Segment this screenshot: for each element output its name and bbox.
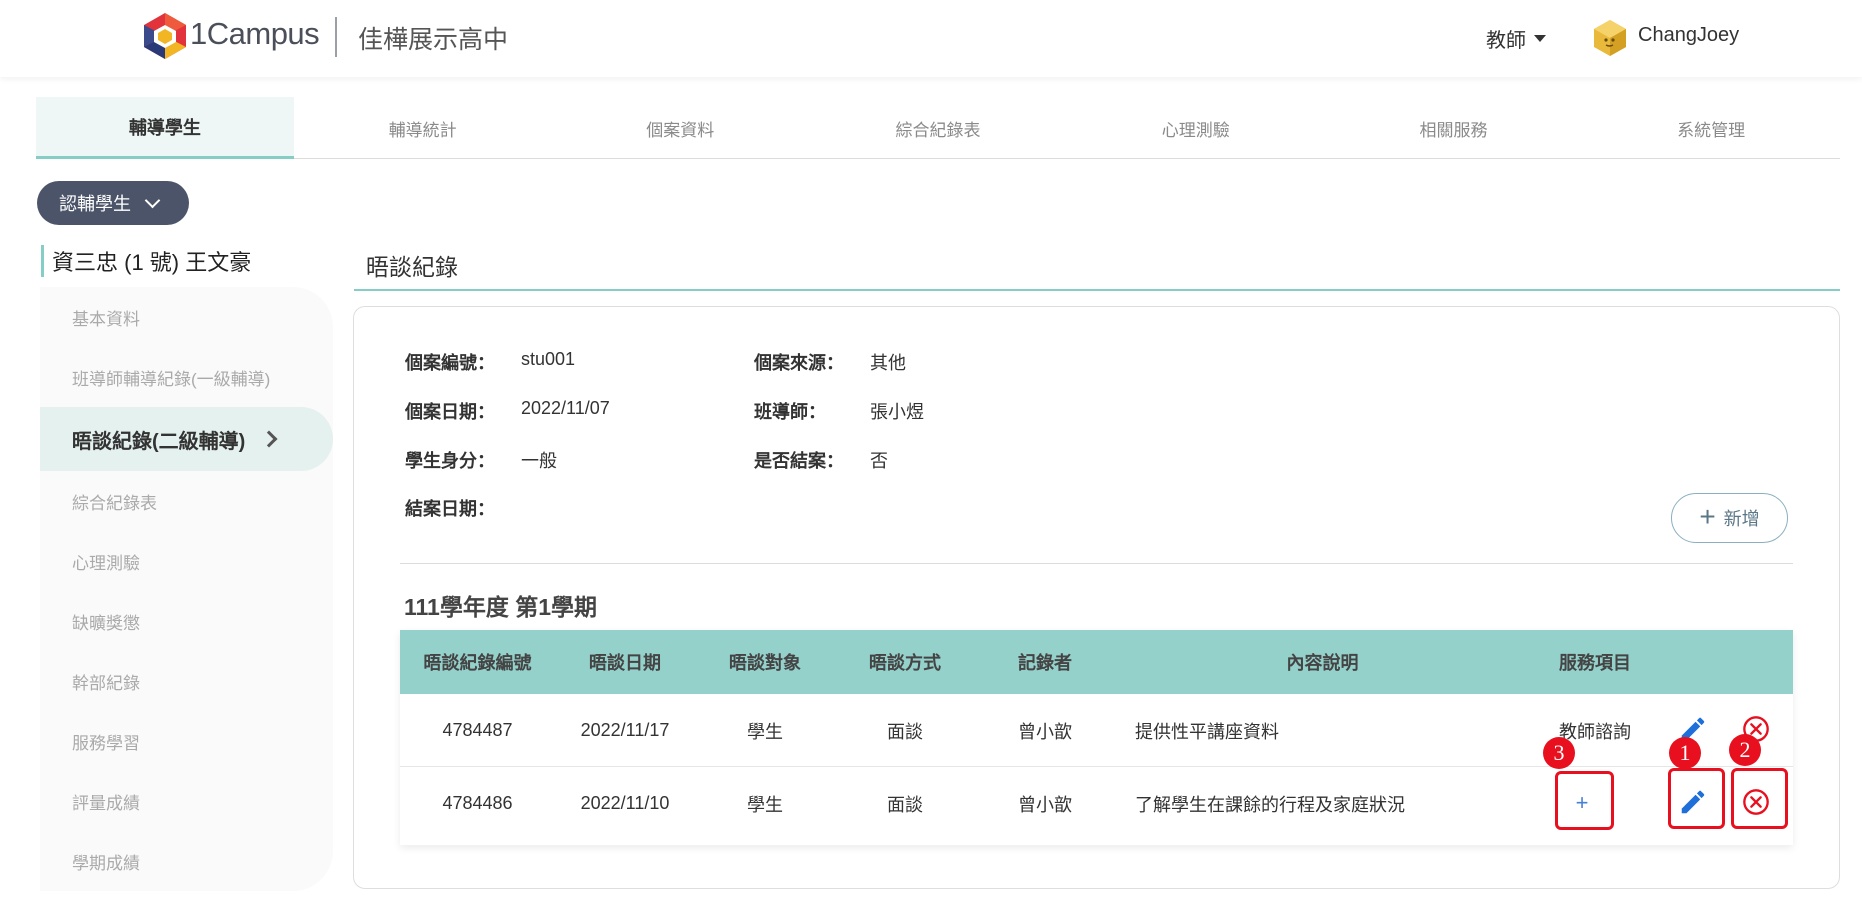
divider: [400, 563, 1793, 564]
role-label: 教師: [1486, 30, 1526, 52]
col-interview-date: 晤談日期: [589, 653, 661, 673]
sidebar: 基本資料 班導師輔導紀錄(一級輔導) 晤談紀錄(二級輔導) 綜合紀錄表 心理測驗…: [40, 287, 333, 891]
brand-divider: [335, 17, 337, 57]
chevron-down-icon: [144, 192, 161, 208]
chevron-right-icon: [260, 430, 278, 448]
cell-interview-date: 2022/11/17: [580, 720, 670, 740]
col-recorder: 記錄者: [1018, 653, 1072, 673]
cell-record-no: 4784487: [442, 720, 513, 740]
tab-comprehensive-records[interactable]: 綜合紀錄表: [809, 97, 1067, 159]
case-source-field: 個案來源： 其他: [754, 349, 906, 375]
cell-content: 提供性平講座資料: [1135, 721, 1279, 742]
annotation-badge-3: 3: [1543, 737, 1575, 769]
app-root: 1Campus 佳樺展示高中 教師 ChangJoey 輔導學生 輔導統計 個案…: [0, 0, 1862, 900]
cell-interview-target: 學生: [747, 721, 783, 742]
sidebar-item-attendance[interactable]: 缺曠獎懲: [40, 591, 333, 651]
table-header: 晤談紀錄編號 晤談日期 晤談對象 晤談方式 記錄者 內容說明 服務項目: [400, 630, 1793, 694]
case-closed-label: 是否結案：: [754, 451, 844, 471]
sidebar-item-semester-grades[interactable]: 學期成績: [40, 831, 333, 891]
case-no-value: stu001: [521, 349, 576, 369]
case-closed-field: 是否結案： 否: [754, 447, 888, 473]
main-nav: 輔導學生 輔導統計 個案資料 綜合紀錄表 心理測驗 相關服務 系統管理: [36, 97, 1840, 159]
table-row: 4784487 2022/11/17 學生 面談 曾小歆 提供性平講座資料 教師…: [400, 694, 1793, 767]
cell-content: 了解學生在課餘的行程及家庭狀況: [1135, 794, 1405, 815]
col-interview-method: 晤談方式: [869, 653, 941, 673]
student-heading: 資三忠 (1 號) 王文豪: [41, 245, 251, 277]
homeroom-teacher-field: 班導師： 張小煜: [754, 398, 924, 424]
annotation-box-edit: [1668, 768, 1725, 829]
tab-guidance-stats[interactable]: 輔導統計: [294, 97, 552, 159]
caret-down-icon: [1534, 35, 1546, 42]
sidebar-item-comprehensive[interactable]: 綜合紀錄表: [40, 471, 333, 531]
cell-recorder: 曾小歆: [1018, 794, 1072, 815]
sidebar-item-basic-info[interactable]: 基本資料: [40, 287, 333, 347]
add-record-label: 新增: [1723, 509, 1760, 529]
brand-name: 1Campus: [190, 16, 320, 51]
page-title: 晤談紀錄: [354, 248, 1840, 291]
col-record-no: 晤談紀錄編號: [423, 653, 532, 673]
username[interactable]: ChangJoey: [1638, 24, 1739, 47]
sidebar-item-assessment-grades[interactable]: 評量成績: [40, 771, 333, 831]
annotation-box-add: [1555, 771, 1614, 830]
sidebar-item-cadre[interactable]: 幹部紀錄: [40, 651, 333, 711]
case-closed-value: 否: [870, 451, 888, 471]
col-content: 內容說明: [1286, 653, 1359, 673]
1campus-logo-icon: [144, 13, 186, 59]
sidebar-item-homeroom-records[interactable]: 班導師輔導紀錄(一級輔導): [40, 347, 333, 407]
cell-interview-target: 學生: [747, 794, 783, 815]
plus-icon: +: [1699, 500, 1716, 532]
semester-heading: 111學年度 第1學期: [404, 594, 598, 620]
top-header: 1Campus 佳樺展示高中 教師 ChangJoey: [0, 0, 1862, 77]
cell-interview-date: 2022/11/10: [580, 793, 670, 813]
case-source-value: 其他: [870, 353, 906, 373]
cell-interview-method: 面談: [887, 721, 923, 742]
school-name: 佳樺展示高中: [358, 26, 509, 54]
sidebar-item-psych-tests[interactable]: 心理測驗: [40, 531, 333, 591]
tab-case-data[interactable]: 個案資料: [551, 97, 809, 159]
homeroom-teacher-value: 張小煜: [870, 402, 924, 422]
case-date-value: 2022/11/07: [521, 398, 610, 418]
sidebar-item-label: 晤談紀錄(二級輔導): [72, 430, 246, 453]
homeroom-teacher-label: 班導師：: [754, 402, 826, 422]
student-identity-field: 學生身分： 一般: [405, 447, 557, 473]
cell-recorder: 曾小歆: [1018, 721, 1072, 742]
role-dropdown[interactable]: 教師: [1486, 24, 1546, 53]
avatar[interactable]: [1592, 18, 1628, 58]
close-date-field: 結案日期：: [405, 495, 521, 521]
student-identity-label: 學生身分：: [405, 451, 495, 471]
sidebar-item-service-learning[interactable]: 服務學習: [40, 711, 333, 771]
sidebar-item-interview-records[interactable]: 晤談紀錄(二級輔導): [40, 407, 333, 471]
annotation-badge-1: 1: [1669, 737, 1701, 769]
case-source-label: 個案來源：: [754, 353, 844, 373]
cell-record-no: 4784486: [442, 793, 513, 813]
annotation-box-delete: [1731, 768, 1788, 829]
student-type-dropdown[interactable]: 認輔學生: [37, 181, 189, 225]
case-no-field: 個案編號： stu001: [405, 349, 575, 375]
student-type-label: 認輔學生: [59, 194, 131, 214]
tab-psych-tests[interactable]: 心理測驗: [1067, 97, 1325, 159]
close-date-label: 結案日期：: [405, 499, 495, 519]
case-date-label: 個案日期：: [405, 402, 495, 422]
case-no-label: 個案編號：: [405, 353, 495, 373]
tab-guidance-students[interactable]: 輔導學生: [36, 97, 294, 159]
tab-system-admin[interactable]: 系統管理: [1582, 97, 1840, 159]
tab-related-services[interactable]: 相關服務: [1325, 97, 1583, 159]
add-record-button[interactable]: + 新增: [1671, 493, 1788, 543]
cell-interview-method: 面談: [887, 794, 923, 815]
col-interview-target: 晤談對象: [729, 653, 801, 673]
annotation-badge-2: 2: [1729, 734, 1761, 766]
case-date-field: 個案日期： 2022/11/07: [405, 398, 610, 424]
student-identity-value: 一般: [521, 451, 557, 471]
col-service-item: 服務項目: [1559, 653, 1631, 673]
